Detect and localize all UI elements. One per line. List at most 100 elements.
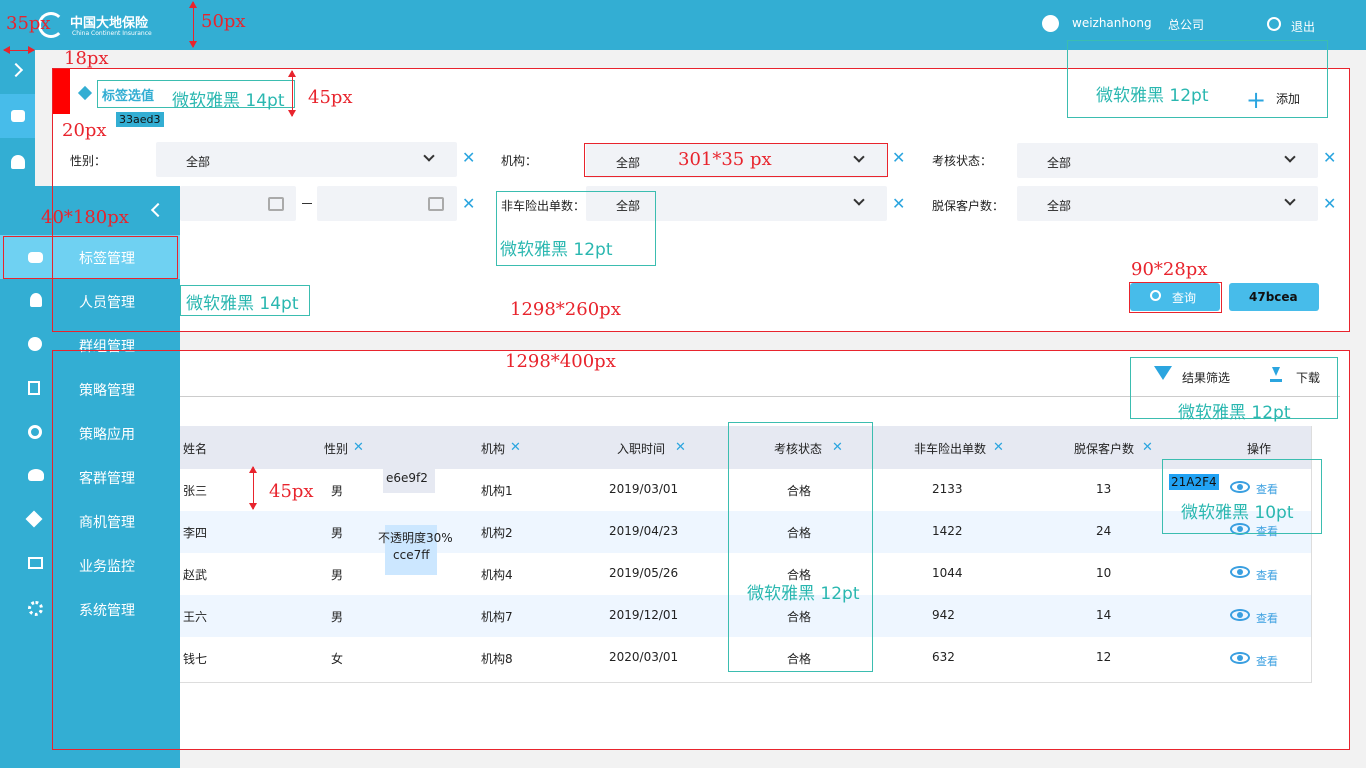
cell-gender: 男 bbox=[331, 526, 344, 540]
gender-value: 全部 bbox=[186, 155, 211, 169]
rail-item-tag[interactable] bbox=[0, 94, 35, 138]
anno-font-add: 微软雅黑 12pt bbox=[1096, 86, 1209, 106]
anno-arrow-45-title bbox=[288, 70, 296, 117]
filter-results-button[interactable]: 结果筛选 bbox=[1182, 369, 1230, 386]
cell-org: 机构8 bbox=[481, 652, 513, 666]
col-action: 操作 bbox=[1247, 442, 1272, 456]
view-link[interactable]: 查看 bbox=[1256, 610, 1278, 626]
clear-icon[interactable]: ✕ bbox=[675, 440, 686, 455]
power-icon[interactable] bbox=[1267, 17, 1281, 31]
sidebar-item-people[interactable]: 人员管理 bbox=[0, 279, 180, 323]
add-button[interactable]: 添加 bbox=[1276, 90, 1300, 107]
expand-chevron-icon[interactable] bbox=[8, 62, 24, 78]
view-icon[interactable] bbox=[1230, 523, 1250, 535]
logout-button[interactable]: 退出 bbox=[1291, 18, 1315, 35]
date-end[interactable] bbox=[317, 186, 457, 221]
monitor-icon bbox=[28, 557, 43, 569]
sidebar-item-opportunities[interactable]: 商机管理 bbox=[0, 499, 180, 543]
filter-icon[interactable] bbox=[1154, 366, 1172, 380]
view-link[interactable]: 查看 bbox=[1256, 481, 1278, 497]
username[interactable]: weizhanhong bbox=[1072, 16, 1152, 30]
clear-icon[interactable]: ✕ bbox=[892, 148, 905, 167]
cell-date: 2019/12/01 bbox=[609, 608, 679, 622]
sidebar-item-strategy-apply[interactable]: 策略应用 bbox=[0, 411, 180, 455]
cell-org: 机构7 bbox=[481, 610, 513, 624]
cell-org: 机构4 bbox=[481, 568, 513, 582]
clear-icon[interactable]: ✕ bbox=[1142, 440, 1153, 455]
clear-icon[interactable]: ✕ bbox=[510, 440, 521, 455]
anno-arrow-50 bbox=[189, 1, 197, 48]
clear-icon[interactable]: ✕ bbox=[993, 440, 1004, 455]
view-link[interactable]: 查看 bbox=[1256, 567, 1278, 583]
lapse-select[interactable]: 全部 bbox=[1017, 186, 1318, 221]
anno-font-status: 微软雅黑 12pt bbox=[747, 584, 860, 604]
status-value: 全部 bbox=[1047, 156, 1072, 170]
cell-date: 2019/05/26 bbox=[609, 566, 679, 580]
users-icon bbox=[28, 469, 44, 481]
chevron-down-icon bbox=[1284, 151, 1296, 163]
cell-noncar: 1044 bbox=[932, 566, 963, 580]
anno-font-tools: 微软雅黑 12pt bbox=[1178, 403, 1291, 423]
view-link[interactable]: 查看 bbox=[1256, 523, 1278, 539]
add-icon[interactable]: + bbox=[1246, 86, 1266, 114]
col-name: 姓名 bbox=[183, 442, 208, 456]
cell-name: 王六 bbox=[183, 610, 208, 624]
view-icon[interactable] bbox=[1230, 481, 1250, 493]
noncar-select[interactable]: 全部 bbox=[586, 186, 887, 221]
cell-status: 合格 bbox=[787, 484, 812, 498]
clear-icon[interactable]: ✕ bbox=[892, 194, 905, 213]
view-icon[interactable] bbox=[1230, 609, 1250, 621]
calendar-icon bbox=[268, 197, 284, 211]
clear-icon[interactable]: ✕ bbox=[832, 440, 843, 455]
sidebar-item-system[interactable]: 系统管理 bbox=[0, 587, 180, 631]
view-icon[interactable] bbox=[1230, 566, 1250, 578]
anno-18px: 18px bbox=[64, 48, 109, 69]
clear-icon[interactable]: ✕ bbox=[462, 148, 475, 167]
sidebar-item-groups[interactable]: 群组管理 bbox=[0, 323, 180, 367]
cell-org: 机构1 bbox=[481, 484, 513, 498]
sidebar-item-customer-groups[interactable]: 客群管理 bbox=[0, 455, 180, 499]
clear-icon[interactable]: ✕ bbox=[1323, 194, 1336, 213]
col-org: 机构 bbox=[481, 442, 506, 456]
clear-icon[interactable]: ✕ bbox=[1323, 148, 1336, 167]
view-link[interactable]: 查看 bbox=[1256, 653, 1278, 669]
chevron-down-icon bbox=[853, 151, 865, 163]
chip-cce7ff-label: cce7ff bbox=[393, 548, 430, 562]
clear-icon[interactable]: ✕ bbox=[353, 440, 364, 455]
cell-name: 张三 bbox=[183, 484, 208, 498]
cell-noncar: 942 bbox=[932, 608, 955, 622]
noncar-value: 全部 bbox=[616, 199, 641, 213]
rail-person-icon[interactable] bbox=[11, 155, 25, 169]
sidebar-item-strategy[interactable]: 策略管理 bbox=[0, 367, 180, 411]
lapse-value: 全部 bbox=[1047, 199, 1072, 213]
collapse-chevron-icon[interactable] bbox=[150, 202, 166, 218]
logo-cn: 中国大地保险 bbox=[70, 16, 149, 31]
date-start[interactable] bbox=[180, 186, 296, 221]
search-icon bbox=[1150, 290, 1161, 301]
user-icon[interactable] bbox=[1042, 15, 1059, 32]
org-name[interactable]: 总公司 bbox=[1168, 16, 1204, 33]
reset-button[interactable]: 47bcea bbox=[1229, 283, 1319, 311]
sidebar-item-monitor[interactable]: 业务监控 bbox=[0, 543, 180, 587]
table-bottom-border bbox=[180, 682, 1311, 683]
logo-en: China Continent Insurance bbox=[72, 30, 152, 37]
query-button[interactable]: 查询 bbox=[1130, 283, 1220, 311]
sidebar-item-label: 客群管理 bbox=[79, 471, 135, 487]
download-icon[interactable] bbox=[1270, 367, 1282, 382]
chevron-down-icon bbox=[1284, 194, 1296, 206]
status-select[interactable]: 全部 bbox=[1017, 143, 1318, 178]
download-button[interactable]: 下载 bbox=[1296, 369, 1320, 386]
sidebar-item-label: 系统管理 bbox=[79, 603, 135, 619]
view-icon[interactable] bbox=[1230, 652, 1250, 664]
cell-lapse: 10 bbox=[1096, 566, 1112, 580]
sidebar-item-label: 标签管理 bbox=[79, 251, 135, 267]
table-row bbox=[180, 511, 1311, 553]
gender-label: 性别： bbox=[70, 154, 107, 168]
cell-org: 机构2 bbox=[481, 526, 513, 540]
cell-gender: 男 bbox=[331, 484, 344, 498]
clear-icon[interactable]: ✕ bbox=[462, 194, 475, 213]
gender-select[interactable]: 全部 bbox=[156, 142, 457, 177]
sidebar-item-tags[interactable]: 标签管理 bbox=[0, 235, 180, 279]
anno-font-menu: 微软雅黑 14pt bbox=[186, 294, 299, 314]
anno-arrow-45-row bbox=[249, 466, 257, 510]
